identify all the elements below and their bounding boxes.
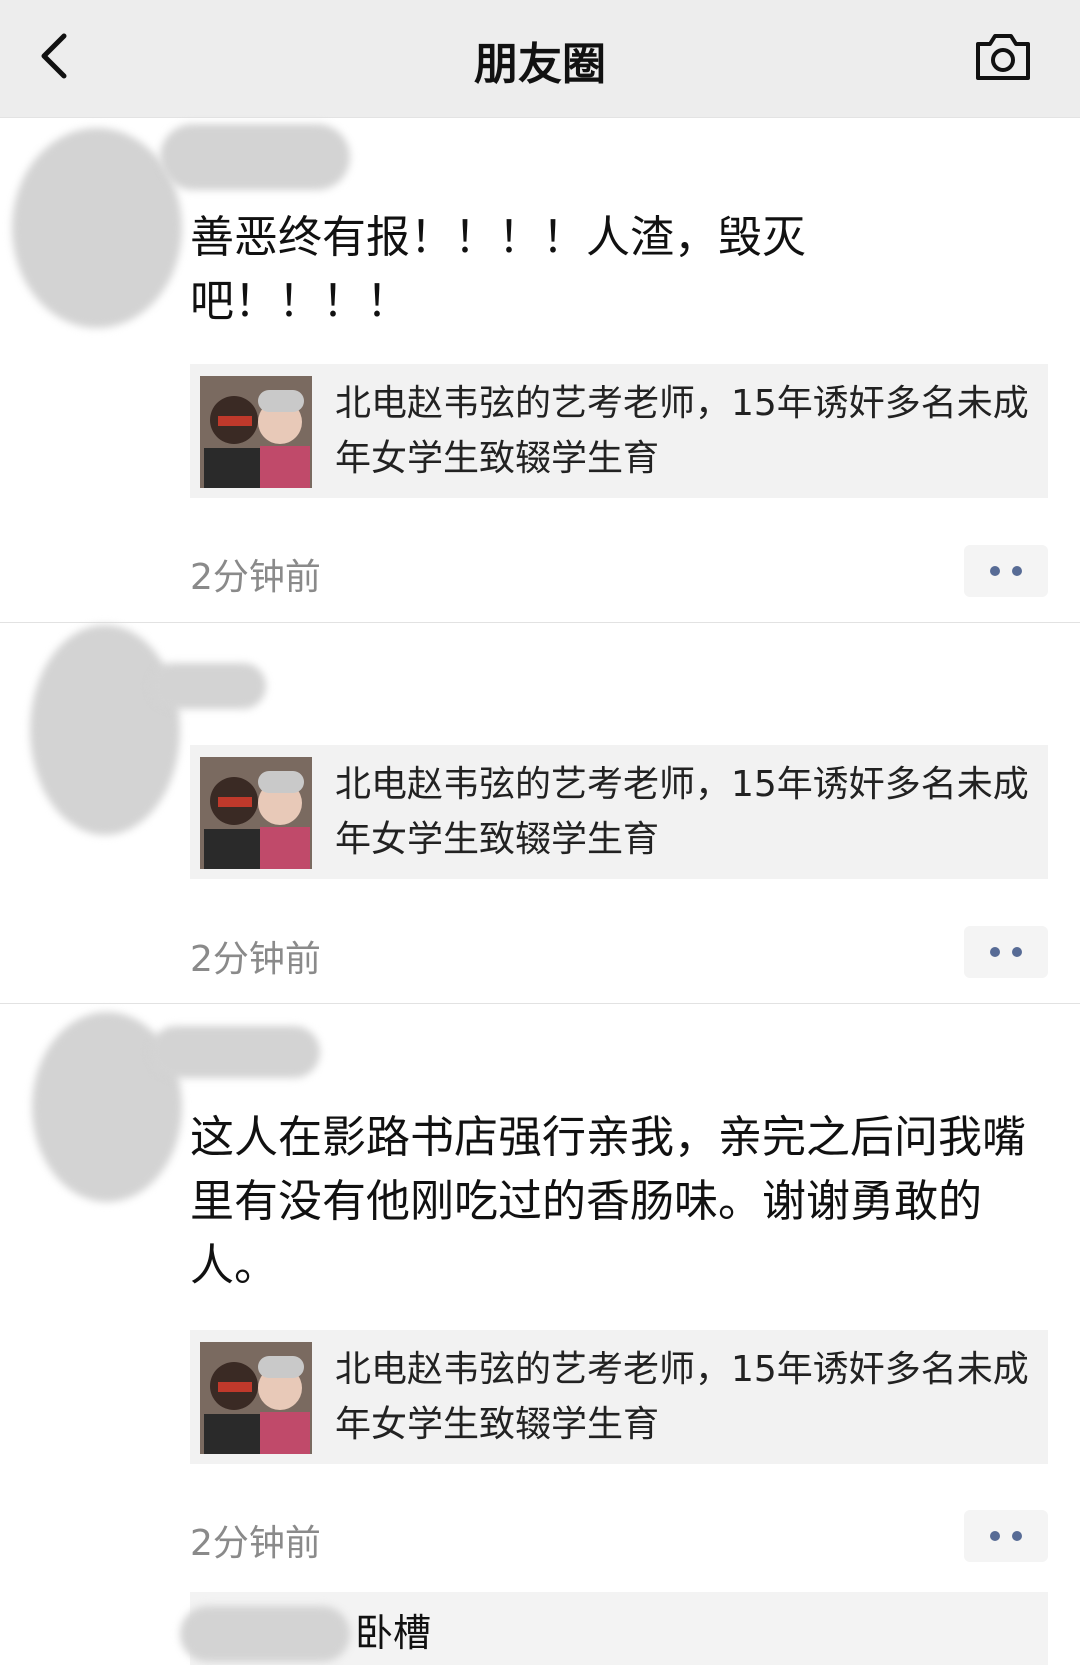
link-card-title: 北电赵韦弦的艺考老师，15年诱奸多名未成年女学生致辍学生育 — [335, 764, 1029, 860]
comment-text: 卧槽 — [355, 1611, 432, 1655]
username-redacted[interactable] — [150, 1026, 320, 1078]
username-redacted[interactable] — [150, 663, 266, 709]
dot-icon — [1012, 1531, 1022, 1541]
dot-icon — [1012, 947, 1022, 957]
dot-icon — [1012, 566, 1022, 576]
moment-post: 这人在影路书店强行亲我，亲完之后问我嘴里有没有他刚吃过的香肠味。谢谢勇敢的人。 … — [0, 1004, 1080, 1664]
dot-icon — [990, 947, 1000, 957]
link-card[interactable]: 北电赵韦弦的艺考老师，15年诱奸多名未成年女学生致辍学生育 — [190, 364, 1048, 498]
post-timestamp: 2分钟前 — [190, 557, 321, 598]
commenter-name-redacted[interactable] — [180, 1606, 350, 1662]
more-actions-button[interactable] — [964, 545, 1048, 597]
link-card[interactable]: 北电赵韦弦的艺考老师，15年诱奸多名未成年女学生致辍学生育 — [190, 1330, 1048, 1464]
comment-area: 卧槽 — [180, 1592, 1048, 1665]
link-card-title: 北电赵韦弦的艺考老师，15年诱奸多名未成年女学生致辍学生育 — [335, 1349, 1029, 1445]
dot-icon — [990, 1531, 1000, 1541]
link-card-title: 北电赵韦弦的艺考老师，15年诱奸多名未成年女学生致辍学生育 — [335, 383, 1029, 479]
post-timestamp: 2分钟前 — [190, 939, 321, 980]
link-thumbnail — [200, 1342, 312, 1454]
avatar[interactable] — [30, 625, 180, 835]
more-actions-button[interactable] — [964, 1510, 1048, 1562]
link-thumbnail — [200, 757, 312, 869]
post-timestamp: 2分钟前 — [190, 1523, 321, 1564]
page-title: 朋友圈 — [474, 39, 606, 90]
avatar[interactable] — [12, 128, 182, 328]
dot-icon — [990, 566, 1000, 576]
username-redacted[interactable] — [160, 124, 350, 190]
moment-post: 善恶终有报！！！！人渣，毁灭吧！！！！ 北电赵韦弦的艺考老师，15年诱奸多名未成… — [0, 118, 1080, 623]
post-text: 善恶终有报！！！！人渣，毁灭吧！！！！ — [190, 212, 806, 327]
post-text: 这人在影路书店强行亲我，亲完之后问我嘴里有没有他刚吃过的香肠味。谢谢勇敢的人。 — [190, 1112, 1026, 1291]
moment-post: 北电赵韦弦的艺考老师，15年诱奸多名未成年女学生致辍学生育 2分钟前 — [0, 623, 1080, 1004]
more-actions-button[interactable] — [964, 926, 1048, 978]
top-navbar: 朋友圈 — [0, 0, 1080, 118]
camera-icon — [976, 34, 1030, 80]
camera-button[interactable] — [972, 28, 1034, 84]
link-thumbnail — [200, 376, 312, 488]
link-card[interactable]: 北电赵韦弦的艺考老师，15年诱奸多名未成年女学生致辍学生育 — [190, 745, 1048, 879]
